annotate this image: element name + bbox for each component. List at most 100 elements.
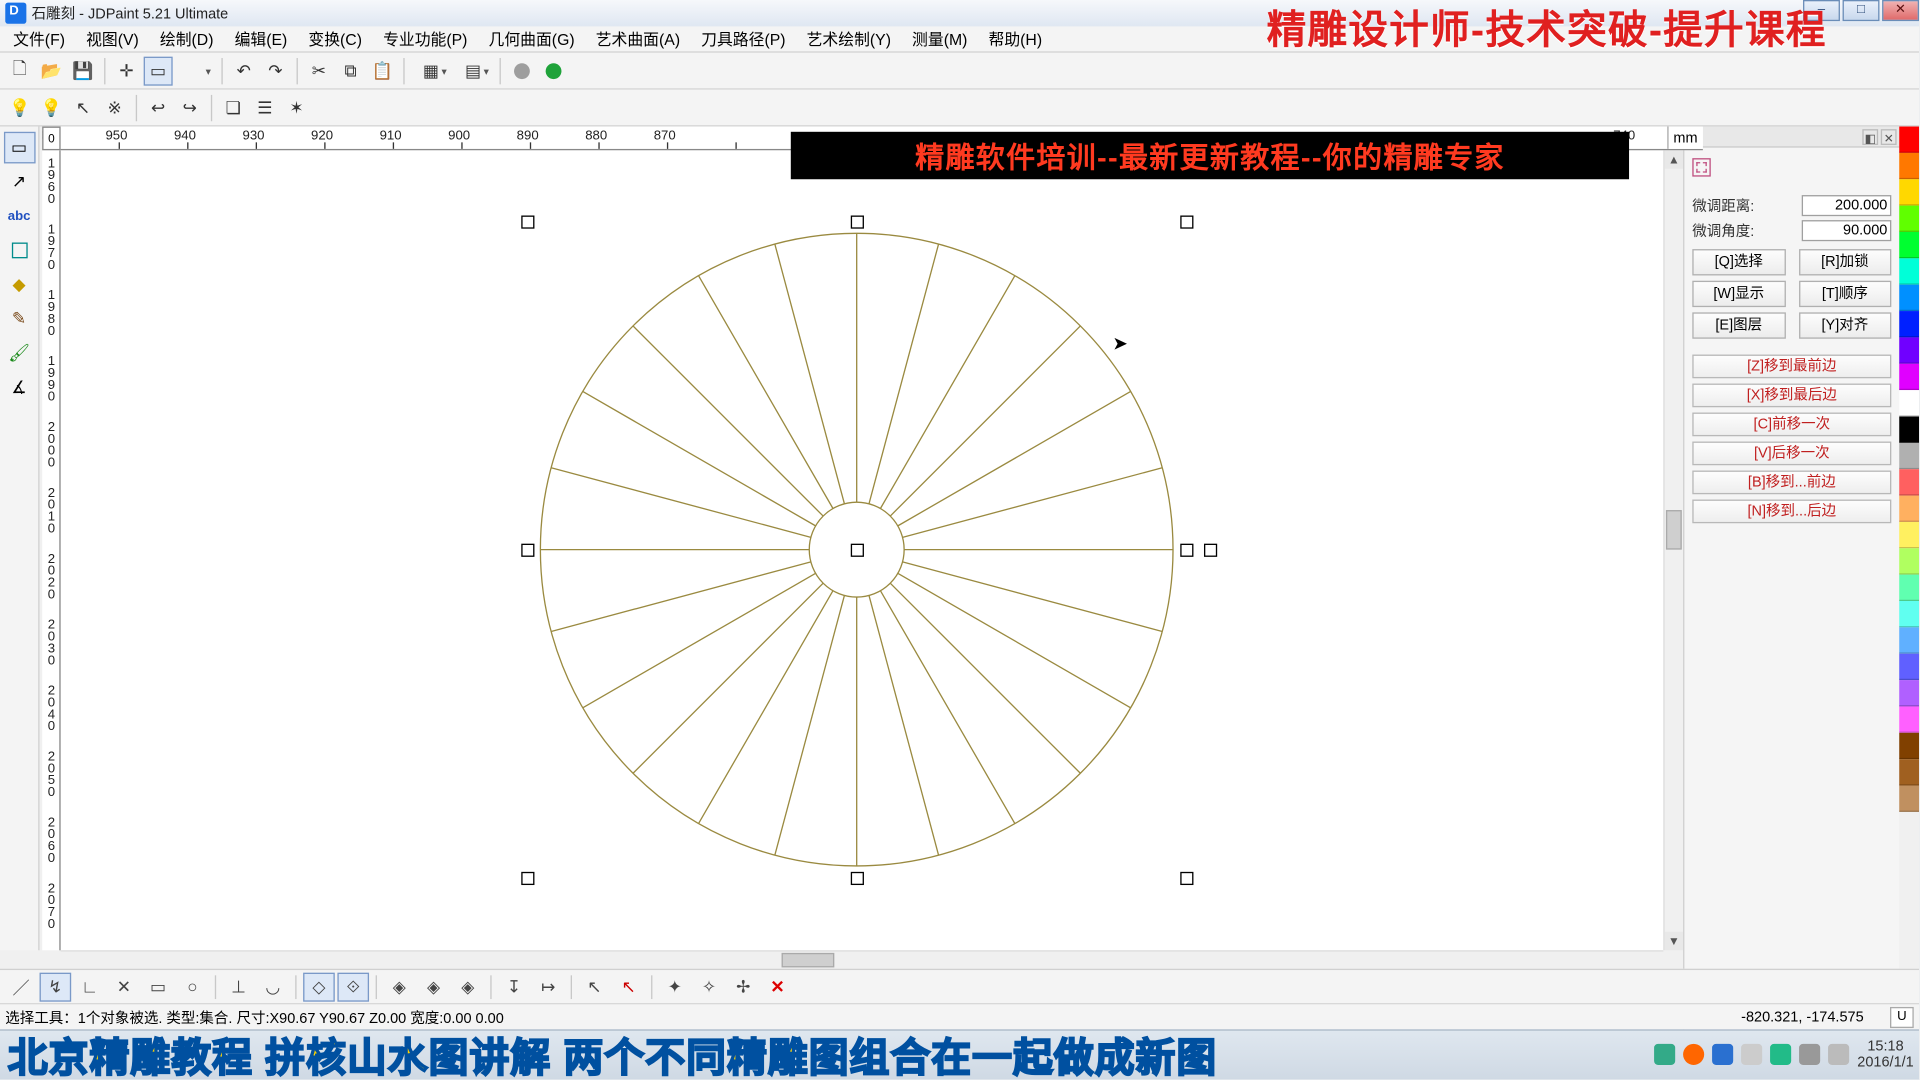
line-tool-icon[interactable]: ↗	[3, 166, 35, 198]
bt-perp-icon[interactable]: ⊥	[223, 972, 255, 1001]
vertical-scrollbar[interactable]: ▲ ▼	[1663, 150, 1683, 950]
color-swatch[interactable]	[1899, 601, 1919, 627]
btn-forward[interactable]: [C]前移一次	[1692, 413, 1891, 437]
menu-draw[interactable]: 绘制(D)	[152, 28, 221, 50]
color-swatch[interactable]	[1899, 364, 1919, 390]
bt-cross-icon[interactable]: ✕	[108, 972, 140, 1001]
bt-polyline-icon[interactable]: ↯	[40, 972, 72, 1001]
color-swatch[interactable]	[1899, 443, 1919, 469]
bt-angle-icon[interactable]: ∟	[74, 972, 106, 1001]
windows-taskbar[interactable]: 15:18 2016/1/1	[0, 1029, 1919, 1079]
btn-select[interactable]: [Q]选择	[1692, 249, 1785, 275]
vertical-ruler[interactable]: 1960197019801990200020102020203020402050…	[42, 150, 60, 950]
bulb-orange-icon[interactable]: 💡	[37, 93, 66, 122]
color-swatch[interactable]	[1899, 153, 1919, 179]
snap-icon[interactable]: ※	[100, 93, 129, 122]
bt-s3-icon[interactable]: ✢	[728, 972, 760, 1001]
color-swatch[interactable]	[1899, 258, 1919, 284]
list-icon[interactable]: ☰	[250, 93, 279, 122]
prev-icon[interactable]: ↩	[144, 93, 173, 122]
menu-pro[interactable]: 专业功能(P)	[375, 28, 475, 50]
paste-icon[interactable]: 📋	[368, 56, 397, 85]
color-swatch[interactable]	[1899, 680, 1919, 706]
color-gray-icon[interactable]	[507, 56, 536, 85]
rect-tool-icon[interactable]	[3, 235, 35, 267]
selection-mode-icon[interactable]	[1692, 158, 1710, 176]
taskbar-clock[interactable]: 15:18 2016/1/1	[1857, 1039, 1913, 1071]
color-swatch[interactable]	[1899, 337, 1919, 363]
bt-rect-icon[interactable]: ▭	[142, 972, 174, 1001]
next-icon[interactable]: ↪	[175, 93, 204, 122]
extra-icon[interactable]: ✶	[282, 93, 311, 122]
tray-icon[interactable]	[1683, 1044, 1704, 1065]
bt-d1-icon[interactable]: ◈	[384, 972, 416, 1001]
bt-d3-icon[interactable]: ◈	[452, 972, 484, 1001]
color-swatch[interactable]	[1899, 469, 1919, 495]
bt-line-icon[interactable]: ／	[5, 972, 37, 1001]
horizontal-scrollbar[interactable]	[61, 950, 1664, 968]
bt-arrow-icon[interactable]: ↖	[579, 972, 611, 1001]
brush-tool-icon[interactable]: 🖌	[3, 337, 35, 369]
nudge-dist-input[interactable]	[1802, 195, 1892, 216]
undo-icon[interactable]: ↶	[229, 56, 258, 85]
color-swatch[interactable]	[1899, 127, 1919, 153]
menu-view[interactable]: 视图(V)	[78, 28, 147, 50]
bt-s1-icon[interactable]: ✦	[659, 972, 691, 1001]
layer-dropdown-icon[interactable]: ▤	[453, 56, 493, 85]
shape-tool-icon[interactable]: ◆	[3, 269, 35, 301]
maximize-button[interactable]: □	[1843, 0, 1880, 21]
btn-backward[interactable]: [V]后移一次	[1692, 442, 1891, 466]
bt-axis1-icon[interactable]: ↧	[498, 972, 530, 1001]
menu-artsurf[interactable]: 艺术曲面(A)	[588, 28, 688, 50]
menu-measure[interactable]: 测量(M)	[904, 28, 975, 50]
color-swatch[interactable]	[1899, 759, 1919, 785]
panel-pin-icon[interactable]: ◧	[1862, 129, 1878, 145]
menu-toolpath[interactable]: 刀具路径(P)	[693, 28, 793, 50]
color-swatch[interactable]	[1899, 416, 1919, 442]
bt-s2-icon[interactable]: ✧	[693, 972, 725, 1001]
color-swatch[interactable]	[1899, 496, 1919, 522]
scroll-up-icon[interactable]: ▲	[1665, 150, 1683, 168]
panel-close-icon[interactable]: ✕	[1881, 129, 1897, 145]
tray-icon[interactable]	[1770, 1044, 1791, 1065]
open-file-icon[interactable]: 📂	[37, 56, 66, 85]
measure-tool-icon[interactable]: ∡	[3, 372, 35, 404]
copy-icon[interactable]: ⧉	[336, 56, 365, 85]
menu-edit[interactable]: 编辑(E)	[227, 28, 296, 50]
btn-lock[interactable]: [R]加锁	[1798, 249, 1891, 275]
bt-snap2-icon[interactable]: ⟐	[337, 972, 369, 1001]
color-swatch[interactable]	[1899, 522, 1919, 548]
color-swatch[interactable]	[1899, 733, 1919, 759]
btn-order[interactable]: [T]顺序	[1798, 281, 1891, 307]
color-swatch[interactable]	[1899, 627, 1919, 653]
color-swatch[interactable]	[1899, 390, 1919, 416]
btn-layer[interactable]: [E]图层	[1692, 312, 1785, 338]
color-swatch[interactable]	[1899, 706, 1919, 732]
btn-before[interactable]: [B]移到...前边	[1692, 471, 1891, 495]
bt-arc-icon[interactable]: ◡	[257, 972, 289, 1001]
color-swatch[interactable]	[1899, 232, 1919, 258]
hscroll-thumb[interactable]	[782, 953, 835, 967]
color-swatch[interactable]	[1899, 311, 1919, 337]
bt-circle-icon[interactable]: ○	[177, 972, 209, 1001]
grid-dropdown-icon[interactable]: ▦	[411, 56, 451, 85]
crosshair-icon[interactable]: ✛	[112, 56, 141, 85]
ruler-origin[interactable]: 0	[42, 127, 60, 151]
close-button[interactable]: ✕	[1882, 0, 1919, 21]
new-file-icon[interactable]: 🗋	[5, 56, 34, 85]
tray-icon[interactable]	[1712, 1044, 1733, 1065]
color-swatch[interactable]	[1899, 179, 1919, 205]
pen-tool-icon[interactable]: ✎	[3, 303, 35, 335]
tray-volume-icon[interactable]	[1799, 1044, 1820, 1065]
btn-to-back[interactable]: [X]移到最后边	[1692, 384, 1891, 408]
canvas[interactable]: ➤	[61, 150, 1703, 950]
nudge-angle-input[interactable]	[1802, 220, 1892, 241]
color-swatch[interactable]	[1899, 786, 1919, 812]
box-icon[interactable]: ❏	[219, 93, 248, 122]
color-swatch[interactable]	[1899, 206, 1919, 232]
btn-to-front[interactable]: [Z]移到最前边	[1692, 355, 1891, 379]
bt-arrow-x-icon[interactable]: ↖	[613, 972, 645, 1001]
bt-delete-icon[interactable]: ✕	[762, 972, 794, 1001]
color-swatch[interactable]	[1899, 654, 1919, 680]
menu-transform[interactable]: 变换(C)	[301, 28, 370, 50]
